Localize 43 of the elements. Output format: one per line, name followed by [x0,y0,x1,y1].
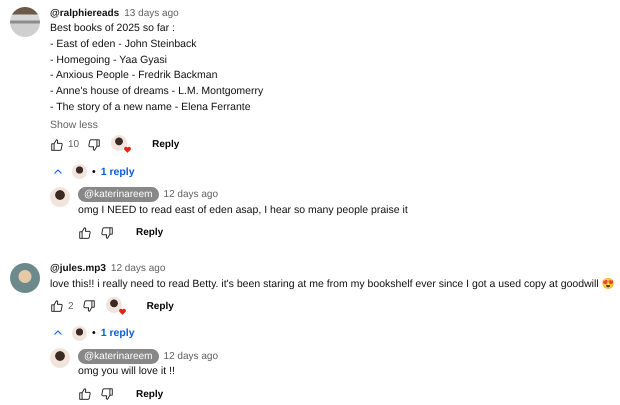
separator-dot: • [92,166,96,178]
thumbs-down-icon[interactable] [100,387,114,402]
replies-toggle[interactable]: • 1 reply [52,164,135,180]
user-avatar[interactable] [10,7,40,37]
user-avatar[interactable] [50,186,70,207]
comment-author[interactable]: @katerinareem [78,187,159,202]
comment-time[interactable]: 12 days ago [110,263,166,274]
comment-text: - Anxious People - Fredrik Backman [50,68,218,84]
comment-time[interactable]: 12 days ago [164,189,218,200]
like-count: 10 [68,139,80,150]
comment-text: - Anne's house of dreams - L.M. Montgomerry [50,84,264,100]
comment-author[interactable]: @ralphiereads [50,8,120,18]
comment-text: - Homegoing - Yaa Gyasi [50,52,168,68]
user-avatar [72,326,87,341]
thumbs-down-icon[interactable] [87,138,102,152]
reply-button[interactable]: Reply [130,386,170,403]
comment-text: Best books of 2025 so far : [50,21,176,36]
comment-text: omg I NEED to read east of eden asap, I hear so many people praise it [78,202,409,218]
reply-button[interactable]: Reply [146,136,186,154]
comment-author[interactable]: @jules.mp3 [50,263,106,274]
thumbs-up-icon[interactable] [78,387,92,402]
show-less-link[interactable]: Show less [50,118,98,131]
comment-time[interactable]: 13 days ago [124,8,179,18]
replies-count[interactable]: 1 reply [100,327,135,340]
comment-text: - East of eden - John Steinback [50,36,198,52]
replies-toggle[interactable]: • 1 reply [52,326,135,341]
comment-time[interactable]: 12 days ago [164,350,218,362]
thumbs-up-icon[interactable] [50,299,64,314]
thumbs-up-icon[interactable] [50,138,64,152]
replies-count[interactable]: 1 reply [100,166,135,178]
comment-text: love this!! i really need to read Betty. it's been staring at me from my bookshelf ever since I got a used copy at goodwill 😍 [50,276,616,292]
comment-author[interactable]: @katerinareem [78,348,159,364]
like-count: 2 [68,300,74,312]
thumbs-down-icon[interactable] [82,299,96,314]
comment-text: - The story of a new name - Elena Ferrante [50,100,252,115]
separator-dot: • [92,327,96,340]
thumbs-down-icon[interactable] [100,226,114,240]
user-avatar [72,164,87,180]
thumbs-up-icon[interactable] [78,226,92,240]
user-avatar[interactable] [50,348,70,368]
reply-button[interactable]: Reply [130,224,170,242]
comment-text: omg you will love it !! [78,364,176,380]
reply-button[interactable]: Reply [140,298,180,315]
